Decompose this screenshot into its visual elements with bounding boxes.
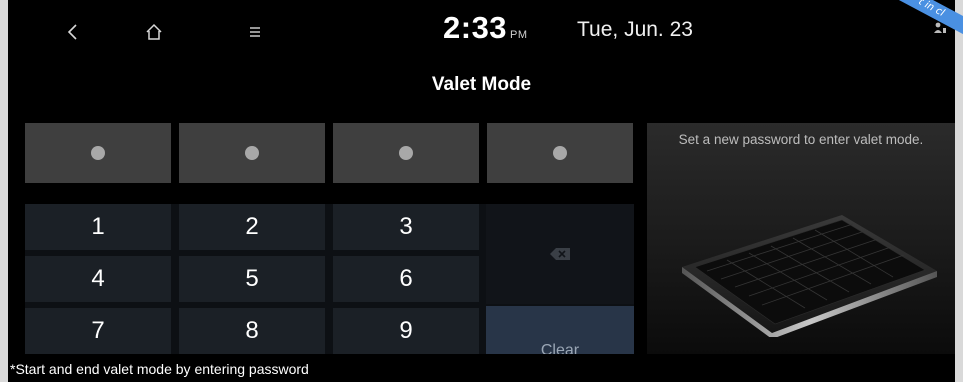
home-icon — [146, 23, 162, 40]
password-digit-2 — [179, 123, 325, 183]
key-2[interactable]: 2 — [179, 204, 325, 250]
password-dot — [399, 146, 413, 160]
menu-icon — [250, 27, 260, 37]
key-9[interactable]: 9 — [333, 308, 479, 354]
footer-note: *Start and end valet mode by entering pa… — [8, 356, 955, 382]
password-dot — [91, 146, 105, 160]
backspace-button[interactable] — [486, 204, 634, 304]
clear-button[interactable]: Clear — [486, 306, 634, 354]
key-7[interactable]: 7 — [25, 308, 171, 354]
home-button[interactable] — [134, 14, 174, 50]
date-display: Tue, Jun. 23 — [577, 18, 693, 41]
page-title: Valet Mode — [431, 74, 532, 95]
key-8[interactable]: 8 — [179, 308, 325, 354]
clock-ampm: PM — [510, 29, 528, 41]
info-panel: Set a new password to enter valet mode. — [647, 123, 955, 354]
key-6[interactable]: 6 — [333, 256, 479, 302]
key-1[interactable]: 1 — [25, 204, 171, 250]
password-digit-3 — [333, 123, 479, 183]
status-person-icon — [933, 22, 947, 38]
head-unit-screen: 2:33 PM Tue, Jun. 23 t in cl Valet Mode 1… — [8, 0, 963, 382]
backspace-icon — [550, 248, 570, 260]
chevron-left-icon — [67, 24, 77, 40]
key-5[interactable]: 5 — [179, 256, 325, 302]
password-dot — [245, 146, 259, 160]
info-message: Set a new password to enter valet mode. — [678, 132, 924, 147]
key-4[interactable]: 4 — [25, 256, 171, 302]
clock: 2:33 PM — [443, 10, 528, 46]
status-bar: 2:33 PM Tue, Jun. 23 — [8, 0, 955, 70]
password-digit-1 — [25, 123, 171, 183]
clear-button-label: Clear — [540, 342, 580, 354]
password-digit-4 — [487, 123, 633, 183]
key-3[interactable]: 3 — [333, 204, 479, 250]
back-button[interactable] — [53, 14, 93, 50]
password-dot — [553, 146, 567, 160]
clock-time: 2:33 — [443, 10, 508, 45]
menu-button[interactable] — [235, 14, 275, 50]
keyboard-illustration — [682, 215, 937, 337]
